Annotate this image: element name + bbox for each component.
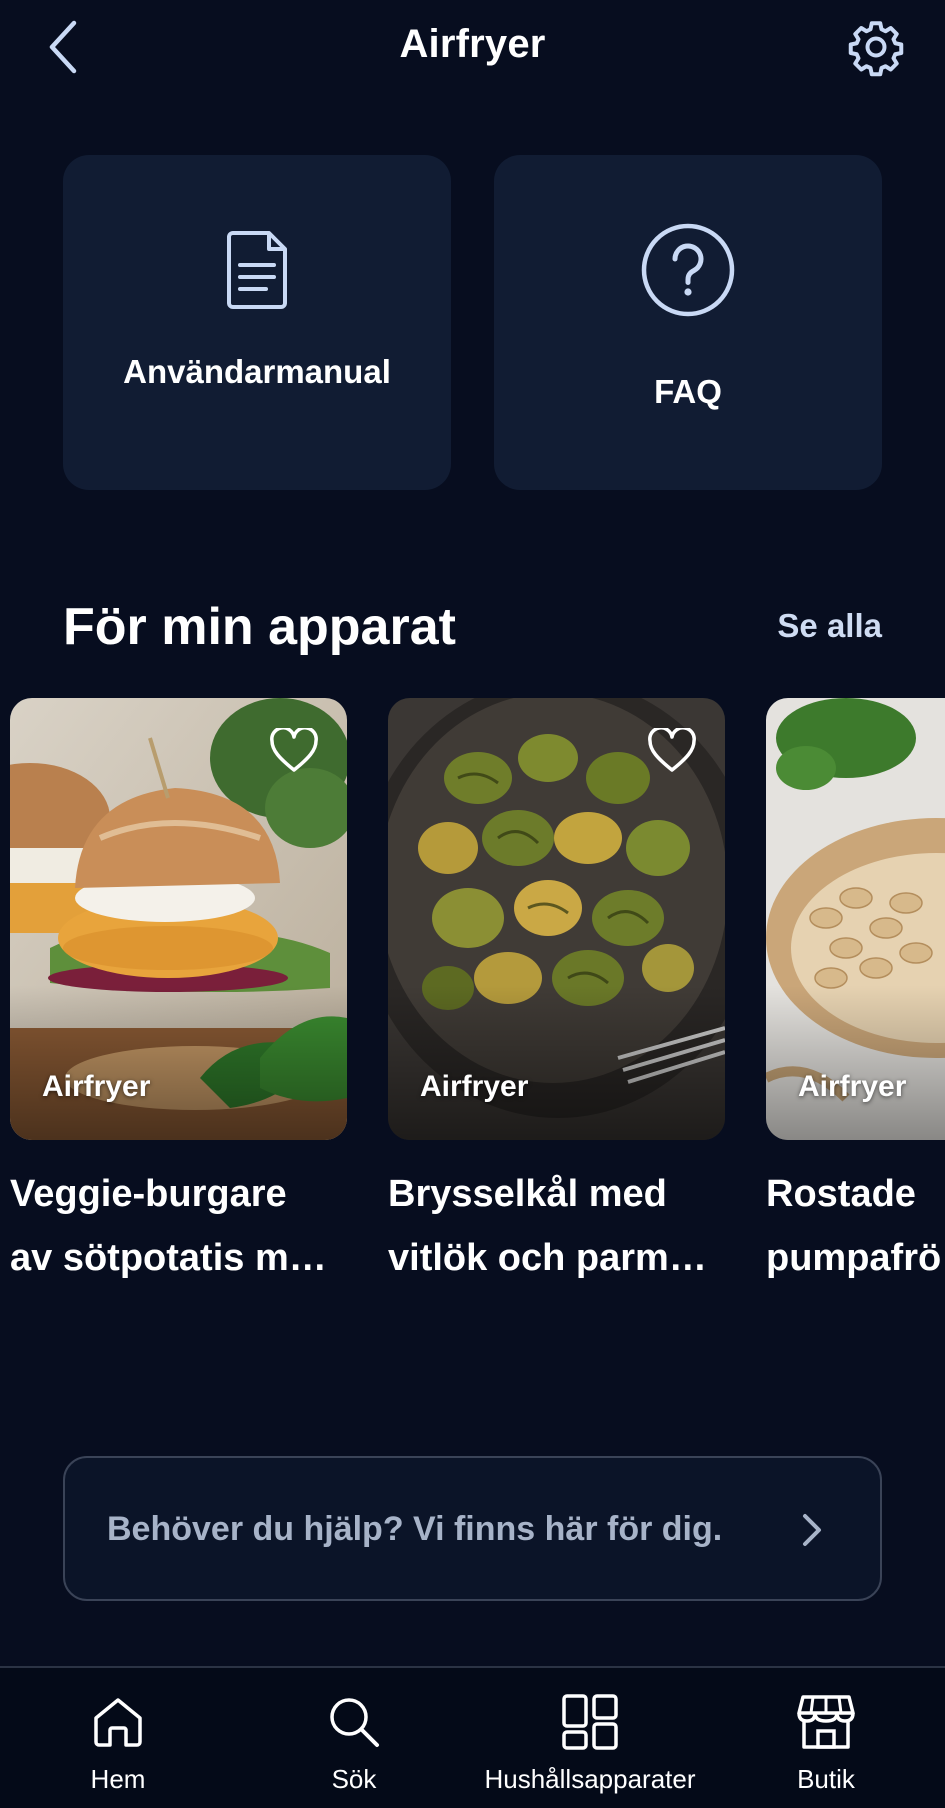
help-banner[interactable]: Behöver du hjälp? Vi finns här för dig. [63,1456,882,1601]
see-all-link[interactable]: Se alla [777,607,882,645]
nav-item-home[interactable]: Hem [68,1668,168,1808]
nav-item-store[interactable]: Butik [776,1668,876,1808]
home-icon [94,1698,142,1747]
help-banner-text: Behöver du hjälp? Vi finns här för dig. [107,1510,723,1548]
heart-icon[interactable] [647,728,697,774]
recipe-card[interactable]: Airfryer Brysselkål med vitlök och parm… [388,698,725,1290]
recipe-title: Rostade pumpafrö [766,1162,945,1290]
nav-label: Hem [90,1764,146,1794]
recipe-image: Airfryer [766,698,945,1140]
recipe-category-tag: Airfryer [420,1070,529,1103]
top-bar: Airfryer [0,0,945,100]
recipe-title-line: av sötpotatis m… [10,1237,327,1279]
user-manual-tile[interactable]: Användarmanual [63,155,451,490]
question-icon-wrap [640,223,736,317]
settings-button[interactable] [841,14,911,80]
recipe-card[interactable]: Airfryer Rostade pumpafrö [766,698,945,1290]
faq-label: FAQ [654,373,722,410]
recipe-title: Brysselkål med vitlök och parm… [388,1162,725,1290]
document-icon [227,231,287,309]
recipe-title-line: vitlök och parm… [388,1237,707,1279]
faq-tile[interactable]: FAQ [494,155,882,490]
document-icon-wrap [225,225,289,315]
heart-icon[interactable] [269,728,319,774]
nav-label: Hushållsapparater [484,1764,696,1794]
store-icon [797,1695,855,1749]
recipe-image: Airfryer [10,698,347,1140]
recipe-title-line: Brysselkål med [388,1173,667,1215]
bottom-navigation: Hem Sök Hushållsapparater Butik [0,1666,945,1808]
recipe-title-line: pumpafrö [766,1237,942,1279]
store-icon-wrap [797,1692,855,1752]
user-manual-label: Användarmanual [123,353,391,390]
nav-label: Sök [331,1764,377,1794]
gear-icon [848,21,904,77]
recipe-title-line: Rostade [766,1173,916,1215]
recipe-carousel[interactable]: Airfryer Veggie-burgare av sötpotatis m… [10,698,945,1298]
section-title: För min apparat [63,598,456,656]
recipe-image: Airfryer [388,698,725,1140]
nav-item-search[interactable]: Sök [304,1668,404,1808]
recipe-category-tag: Airfryer [798,1070,907,1103]
question-circle-icon [641,223,735,317]
nav-item-appliances[interactable]: Hushållsapparater [470,1668,710,1808]
home-icon-wrap [90,1692,146,1752]
recipe-title: Veggie-burgare av sötpotatis m… [10,1162,347,1290]
appliances-grid-icon [562,1694,618,1750]
search-icon-wrap [326,1692,382,1752]
appliances-icon-wrap [561,1692,619,1752]
nav-label: Butik [797,1764,855,1794]
chevron-right-icon [803,1514,821,1546]
search-icon [330,1698,379,1747]
recipe-category-tag: Airfryer [42,1070,151,1103]
page-title: Airfryer [399,22,546,66]
recipe-title-line: Veggie-burgare [10,1173,287,1215]
recipe-card[interactable]: Airfryer Veggie-burgare av sötpotatis m… [10,698,347,1290]
